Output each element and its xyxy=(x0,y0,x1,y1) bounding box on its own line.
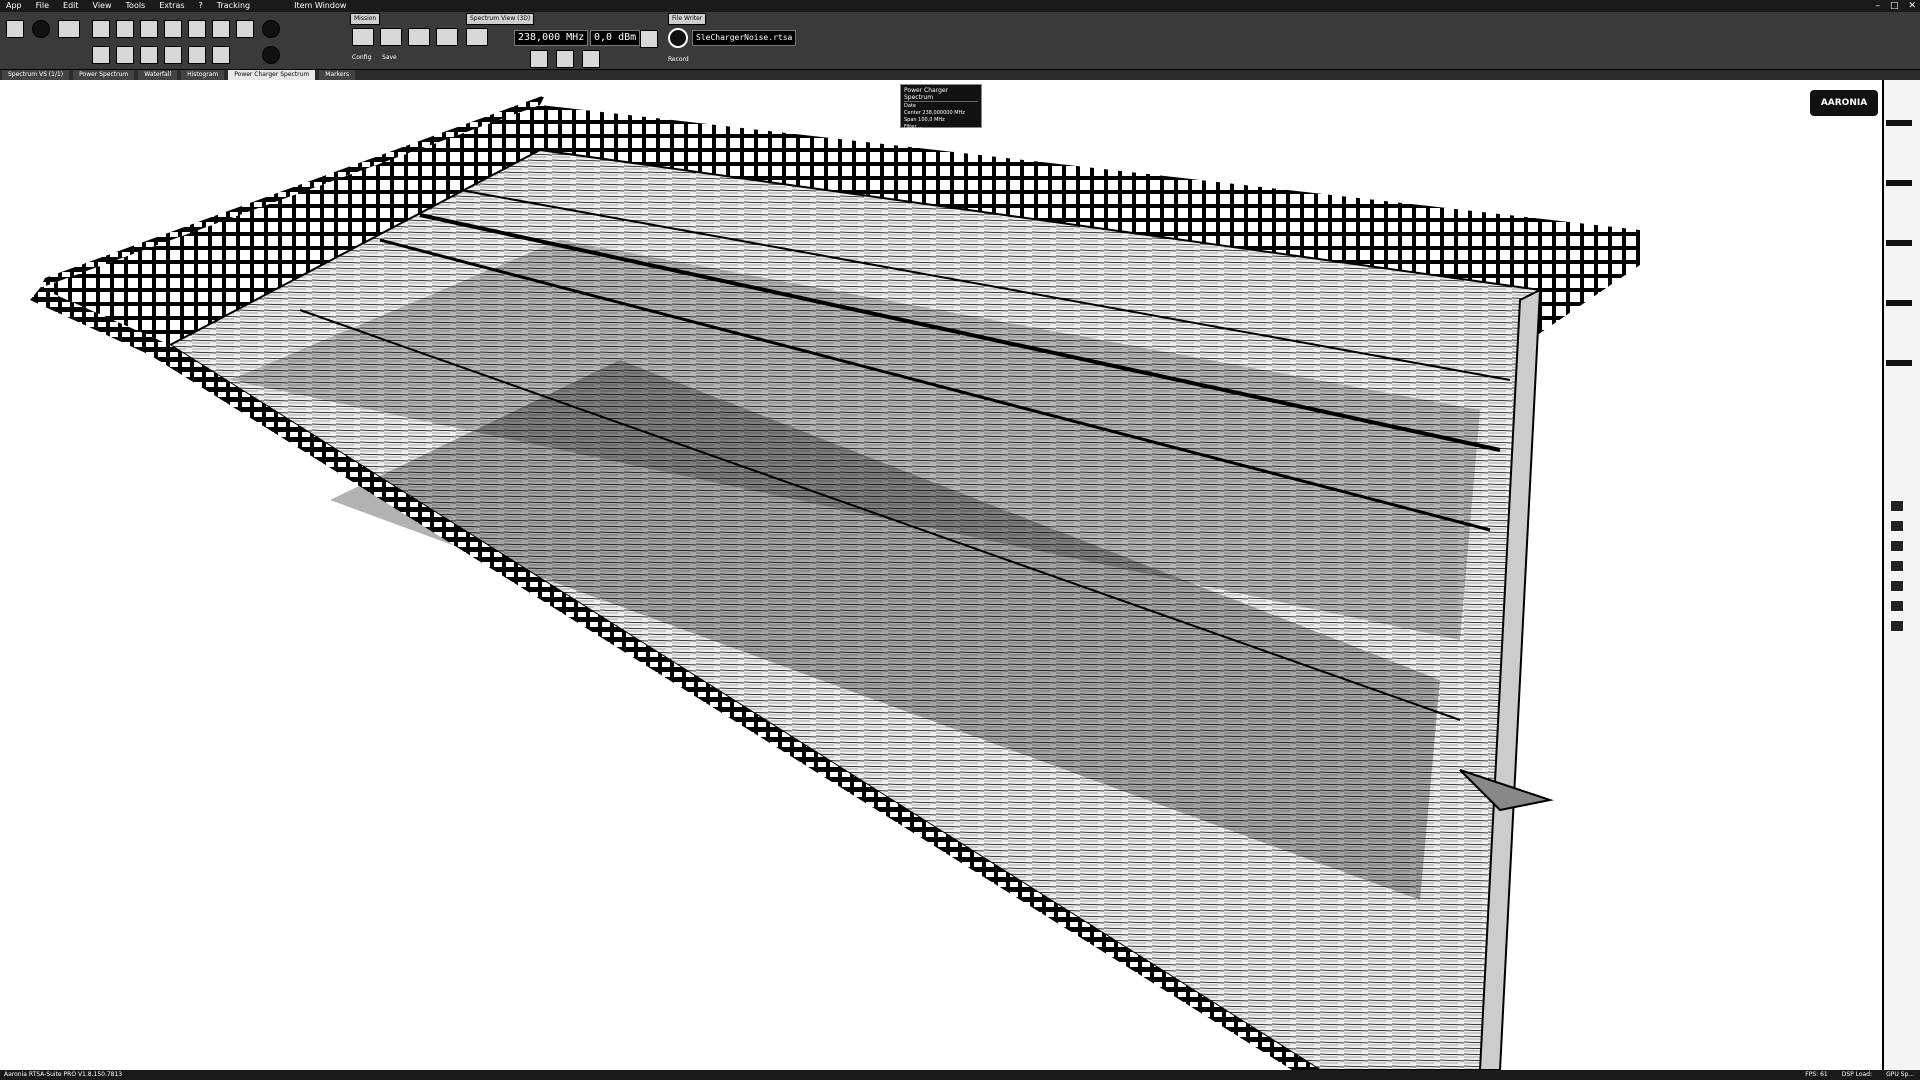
rotate-icon[interactable] xyxy=(1890,540,1904,552)
file-name-field[interactable]: SleChargerNoise.rtsa xyxy=(692,30,797,46)
ribbon-toolbar: Mission Config Save Spectrum View (3D) 2… xyxy=(0,12,1920,70)
config-label[interactable]: Config xyxy=(352,54,371,61)
frown-icon[interactable] xyxy=(262,46,280,64)
save-label[interactable]: Save xyxy=(382,54,397,61)
close-icon[interactable]: ✕ xyxy=(1908,0,1916,12)
fps-readout: FPS: 61 xyxy=(1805,1071,1828,1078)
app-version: Aaronia RTSA-Suite PRO V1.8.150.7813 xyxy=(4,1071,123,1078)
menu-tracking[interactable]: Tracking xyxy=(215,0,252,12)
menu-help[interactable]: ? xyxy=(197,0,205,12)
trace-icon[interactable] xyxy=(640,30,658,48)
group-spectrum-view: Spectrum View (3D) xyxy=(466,13,535,25)
reference-level-readout[interactable]: 0,0 dBm xyxy=(590,30,641,46)
menu-tools[interactable]: Tools xyxy=(124,0,148,12)
view-tabs: Spectrum VS (1/1) Power Spectrum Waterfa… xyxy=(0,70,1920,80)
mission-load-button[interactable] xyxy=(436,28,458,46)
panel-4-icon[interactable] xyxy=(164,46,182,64)
spectrum-3d-plot[interactable] xyxy=(0,80,1880,1075)
menu-view[interactable]: View xyxy=(91,0,114,12)
power-icon[interactable] xyxy=(32,20,50,38)
panel-6-icon[interactable] xyxy=(212,46,230,64)
menu-extras[interactable]: Extras xyxy=(157,0,186,12)
camera-icon[interactable] xyxy=(1890,600,1904,612)
menu-file[interactable]: File xyxy=(34,0,51,12)
group-mission: Mission xyxy=(350,13,381,25)
aaronia-logo: AARONIA xyxy=(1810,90,1878,116)
info-row: Span 100,0 MHz xyxy=(904,117,945,123)
peak-icon[interactable] xyxy=(556,50,574,68)
scale-tick xyxy=(1886,240,1912,246)
pan-icon[interactable] xyxy=(1890,560,1904,572)
maximize-icon[interactable]: □ xyxy=(1890,0,1899,12)
record-label[interactable]: Record xyxy=(668,56,689,63)
zoom-out-icon[interactable] xyxy=(1890,520,1904,532)
scale-tick xyxy=(1886,120,1912,126)
center-frequency-readout[interactable]: 238,000 MHz xyxy=(514,30,589,46)
scale-tick xyxy=(1886,300,1912,306)
layout-1-icon[interactable] xyxy=(92,20,110,38)
info-overlay[interactable]: Power Charger Spectrum Date Center 238,0… xyxy=(900,84,982,130)
layout-3-icon[interactable] xyxy=(140,20,158,38)
right-scale-bar[interactable] xyxy=(1882,80,1920,1070)
tab-spectrum-vs[interactable]: Spectrum VS (1/1) xyxy=(2,70,70,80)
group-file-writer: File Writer xyxy=(668,13,707,25)
tab-power-spectrum[interactable]: Power Spectrum xyxy=(73,70,135,80)
play-icon[interactable] xyxy=(58,20,80,38)
record-icon[interactable] xyxy=(668,28,688,48)
info-title: Power Charger Spectrum xyxy=(904,87,978,102)
info-row: Date xyxy=(904,103,916,109)
tab-power-charger-spectrum[interactable]: Power Charger Spectrum xyxy=(228,70,316,80)
layout-6-icon[interactable] xyxy=(212,20,230,38)
panel-2-icon[interactable] xyxy=(116,46,134,64)
layout-5-icon[interactable] xyxy=(188,20,206,38)
tab-waterfall[interactable]: Waterfall xyxy=(138,70,178,80)
minimize-icon[interactable]: – xyxy=(1875,0,1880,12)
menu-app[interactable]: App xyxy=(4,0,24,12)
zoom-in-icon[interactable] xyxy=(1890,500,1904,512)
mission-start-button[interactable] xyxy=(352,28,374,46)
reset-view-icon[interactable] xyxy=(1890,580,1904,592)
panel-5-icon[interactable] xyxy=(188,46,206,64)
window-title: Item Window xyxy=(294,1,347,10)
hold-icon[interactable] xyxy=(582,50,600,68)
spectrum-3d-canvas[interactable]: Power Charger Spectrum Date Center 238,0… xyxy=(0,80,1880,1075)
network-icon[interactable] xyxy=(6,20,24,38)
layout-4-icon[interactable] xyxy=(164,20,182,38)
scale-tick xyxy=(1886,180,1912,186)
settings-icon[interactable] xyxy=(1890,620,1904,632)
layout-grid-icon[interactable] xyxy=(236,20,254,38)
smile-icon[interactable] xyxy=(262,20,280,38)
menu-bar: App File Edit View Tools Extras ? Tracki… xyxy=(0,0,1920,12)
mission-stop-button[interactable] xyxy=(380,28,402,46)
tab-histogram[interactable]: Histogram xyxy=(181,70,225,80)
panel-1-icon[interactable] xyxy=(92,46,110,64)
info-row: Center 238,000000 MHz xyxy=(904,110,965,116)
mission-new-button[interactable] xyxy=(408,28,430,46)
gpu-readout: GPU Sp... xyxy=(1886,1071,1914,1078)
dsp-load-readout: DSP Load: xyxy=(1841,1071,1873,1078)
window-controls: – □ ✕ xyxy=(1875,0,1916,12)
info-row: Filter ... xyxy=(904,124,923,130)
spectrum-mode-button[interactable] xyxy=(466,28,488,46)
menu-edit[interactable]: Edit xyxy=(61,0,81,12)
scale-tick xyxy=(1886,360,1912,366)
status-bar: Aaronia RTSA-Suite PRO V1.8.150.7813 FPS… xyxy=(0,1070,1920,1080)
layout-2-icon[interactable] xyxy=(116,20,134,38)
marker-icon[interactable] xyxy=(530,50,548,68)
panel-3-icon[interactable] xyxy=(140,46,158,64)
tab-markers[interactable]: Markers xyxy=(319,70,356,80)
